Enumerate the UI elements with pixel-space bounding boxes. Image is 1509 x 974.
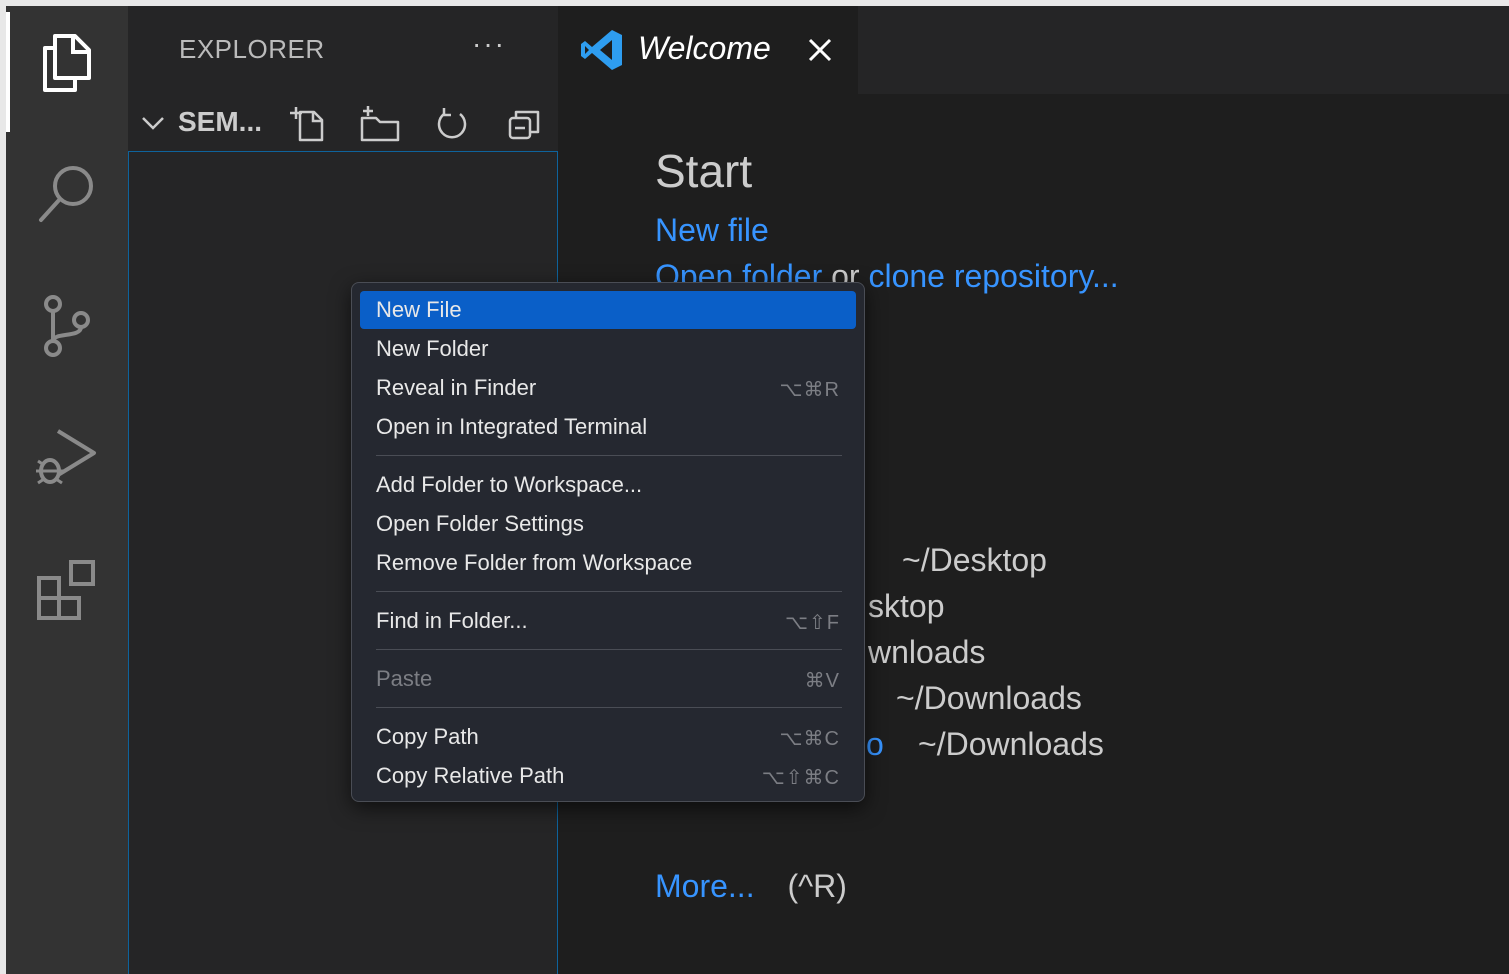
menu-item-label: Open in Integrated Terminal bbox=[376, 414, 648, 439]
editor-tabs: Welcome bbox=[558, 6, 1509, 94]
menu-item-find-in-folder[interactable]: Find in Folder... ⌥⇧F bbox=[360, 602, 856, 640]
menu-item-label: New File bbox=[376, 297, 462, 322]
menu-item-label: Copy Relative Path bbox=[376, 763, 565, 788]
menu-item-new-file[interactable]: New File bbox=[360, 291, 856, 329]
start-heading: Start bbox=[655, 145, 753, 197]
menu-separator bbox=[376, 591, 842, 592]
files-icon bbox=[43, 34, 91, 92]
extensions-icon bbox=[37, 560, 95, 620]
more-shortcut: (^R) bbox=[787, 868, 847, 904]
menu-item-copy-path[interactable]: Copy Path ⌥⌘C bbox=[360, 718, 856, 756]
menu-item-reveal-in-finder[interactable]: Reveal in Finder ⌥⌘R bbox=[360, 369, 856, 407]
folder-name: SEM... bbox=[178, 106, 263, 137]
menu-item-shortcut: ⌥⌘C bbox=[779, 728, 840, 750]
menu-item-shortcut: ⌥⇧F bbox=[784, 612, 840, 634]
menu-item-label: Find in Folder... bbox=[376, 608, 528, 633]
menu-separator bbox=[376, 455, 842, 456]
context-menu: New File New Folder Reveal in Finder ⌥⌘R… bbox=[351, 282, 865, 802]
explorer-title: EXPLORER bbox=[179, 34, 325, 64]
activity-extensions[interactable] bbox=[6, 540, 128, 640]
menu-item-open-terminal[interactable]: Open in Integrated Terminal bbox=[360, 408, 856, 446]
folder-header[interactable]: SEM... bbox=[128, 96, 558, 148]
menu-item-remove-folder[interactable]: Remove Folder from Workspace bbox=[360, 544, 856, 582]
recent-item-fragment[interactable]: o bbox=[866, 726, 884, 763]
new-file-link[interactable]: New file bbox=[655, 212, 769, 249]
more-recent-link[interactable]: More... bbox=[655, 868, 755, 904]
menu-item-paste: Paste ⌘V bbox=[360, 660, 856, 698]
menu-item-new-folder[interactable]: New Folder bbox=[360, 330, 856, 368]
menu-item-label: Paste bbox=[376, 666, 433, 691]
more-actions-button[interactable]: ··· bbox=[472, 28, 506, 60]
menu-item-label: Open Folder Settings bbox=[376, 511, 584, 536]
menu-item-label: New Folder bbox=[376, 336, 489, 361]
source-control-icon bbox=[44, 295, 90, 357]
refresh-icon[interactable] bbox=[432, 104, 472, 144]
recent-item-path: ~/Desktop bbox=[902, 542, 1047, 578]
activity-explorer[interactable] bbox=[6, 12, 128, 132]
menu-item-label: Copy Path bbox=[376, 724, 479, 749]
collapse-all-icon[interactable] bbox=[504, 104, 544, 144]
menu-item-add-folder-workspace[interactable]: Add Folder to Workspace... bbox=[360, 466, 856, 504]
close-icon[interactable] bbox=[806, 36, 834, 64]
recent-item-path: sktop bbox=[868, 588, 945, 624]
activity-search[interactable] bbox=[6, 144, 128, 244]
menu-item-label: Remove Folder from Workspace bbox=[376, 550, 693, 575]
recent-item-path: ~/Downloads bbox=[896, 680, 1082, 716]
tab-welcome[interactable]: Welcome bbox=[558, 6, 858, 94]
menu-item-shortcut: ⌥⇧⌘C bbox=[761, 767, 840, 789]
recent-item-path: ~/Downloads bbox=[918, 726, 1104, 762]
activity-bar bbox=[6, 6, 128, 974]
menu-item-label: Reveal in Finder bbox=[376, 375, 537, 400]
menu-item-label: Add Folder to Workspace... bbox=[376, 472, 643, 497]
chevron-down-icon[interactable] bbox=[140, 110, 166, 136]
clone-repository-link[interactable]: clone repository... bbox=[868, 258, 1118, 294]
recent-item-path: wnloads bbox=[868, 634, 986, 670]
vscode-window: EXPLORER ··· SEM... Welcome Start New fi… bbox=[6, 6, 1509, 974]
vscode-logo-icon bbox=[581, 30, 622, 70]
activity-source-control[interactable] bbox=[6, 276, 128, 376]
menu-item-copy-relative-path[interactable]: Copy Relative Path ⌥⇧⌘C bbox=[360, 757, 856, 795]
menu-item-shortcut: ⌥⌘R bbox=[779, 379, 840, 401]
search-icon bbox=[39, 166, 93, 222]
menu-item-shortcut: ⌘V bbox=[804, 670, 840, 692]
more-recent-row: More... (^R) bbox=[655, 868, 847, 905]
run-debug-icon bbox=[36, 429, 96, 485]
new-file-icon[interactable] bbox=[288, 104, 328, 144]
new-folder-icon[interactable] bbox=[358, 104, 402, 144]
tab-title: Welcome bbox=[638, 30, 771, 66]
menu-separator bbox=[376, 707, 842, 708]
menu-item-open-folder-settings[interactable]: Open Folder Settings bbox=[360, 505, 856, 543]
activity-run-debug[interactable] bbox=[6, 408, 128, 508]
menu-separator bbox=[376, 649, 842, 650]
